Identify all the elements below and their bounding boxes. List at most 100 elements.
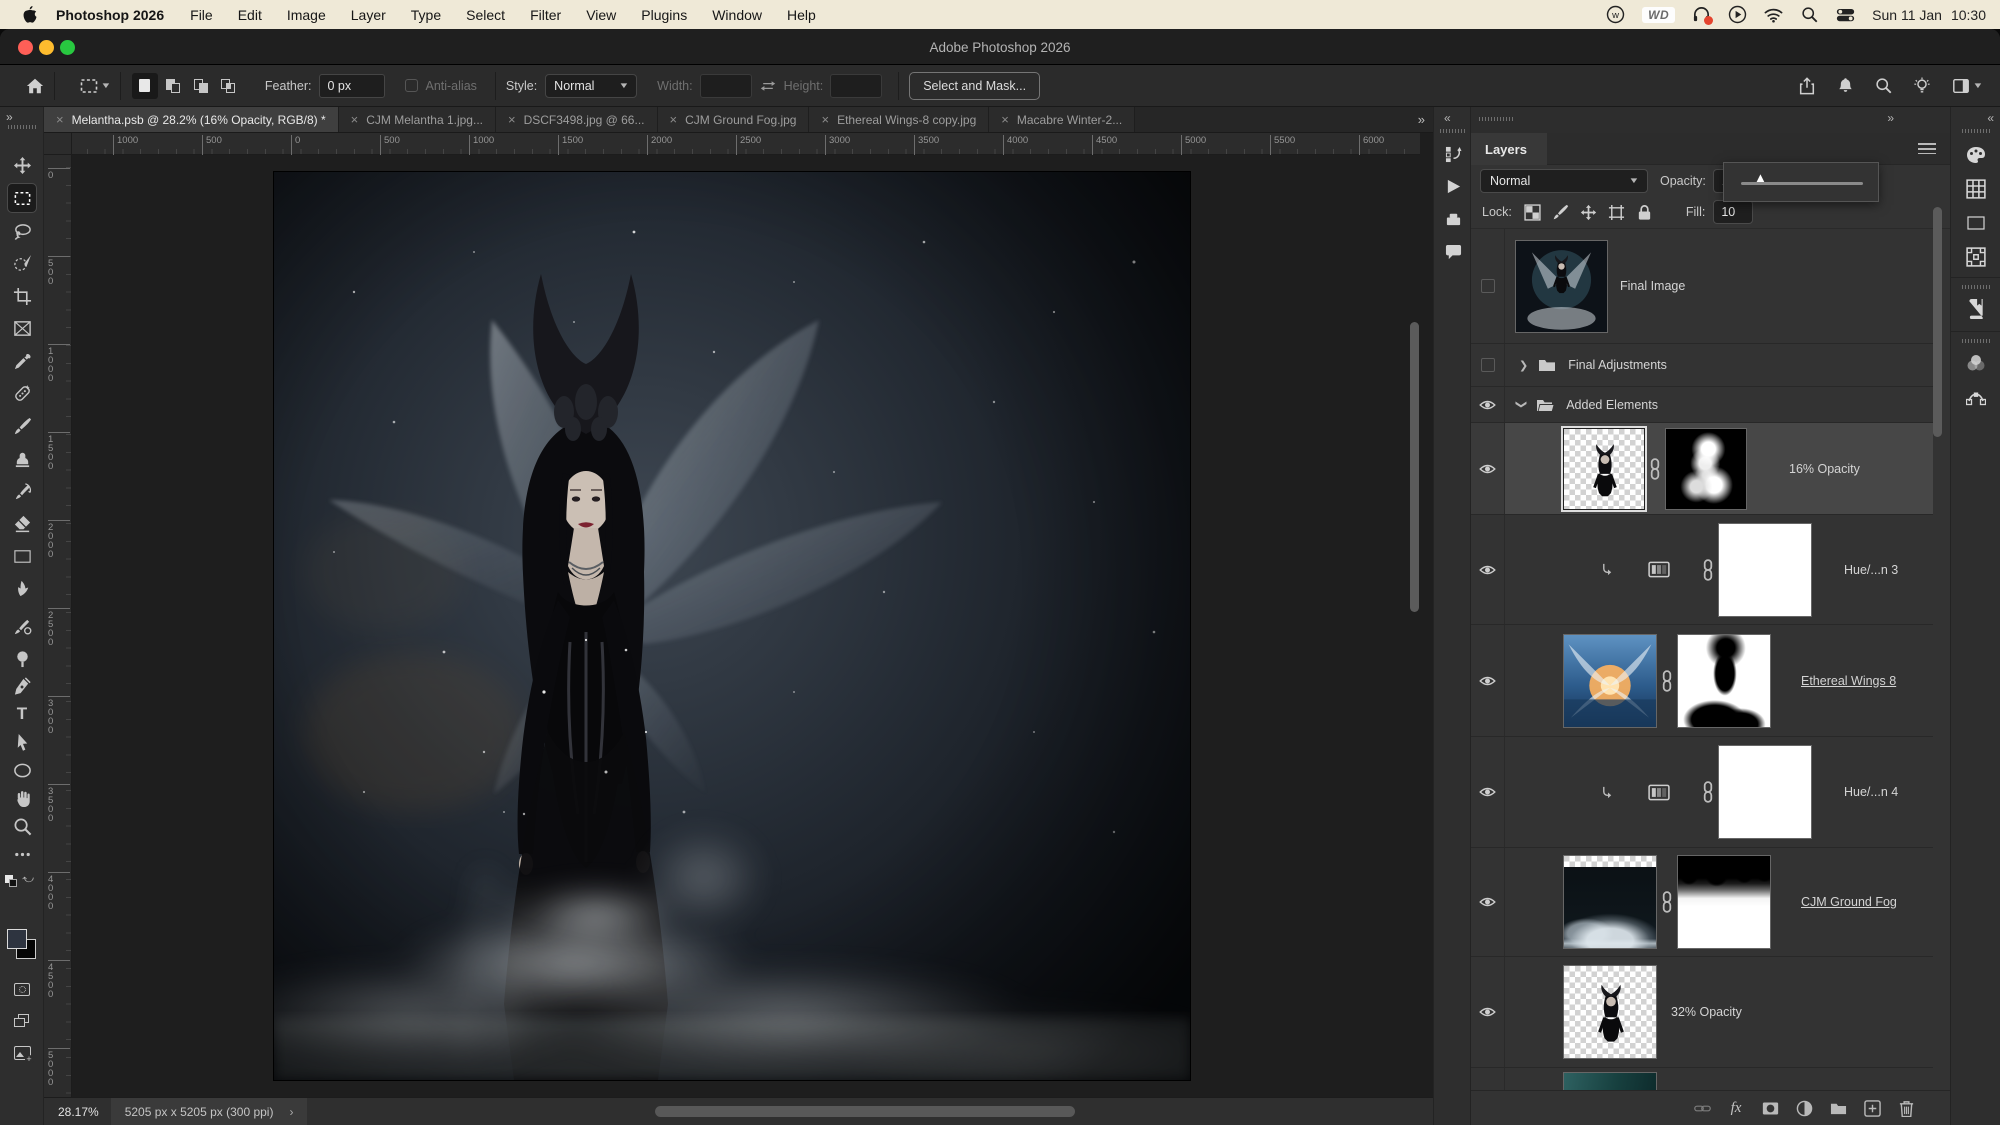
lock-all-icon[interactable] — [1636, 204, 1653, 221]
adjustments-panel-icon[interactable] — [1964, 351, 1988, 375]
lock-position-icon[interactable] — [1580, 204, 1597, 221]
layer-thumbnail[interactable] — [1563, 634, 1657, 728]
tool-preset-marquee-icon[interactable] — [79, 76, 99, 96]
visibility-toggle[interactable] — [1471, 957, 1505, 1067]
group-name[interactable]: Final Adjustments — [1568, 358, 1667, 372]
visibility-toggle[interactable] — [1471, 737, 1505, 847]
visibility-toggle[interactable] — [1471, 515, 1505, 624]
screen-mirroring-icon[interactable] — [1728, 5, 1747, 24]
toolbar-expand-button[interactable]: » — [6, 110, 11, 124]
rail-grip[interactable] — [1962, 339, 1990, 343]
style-select[interactable]: Normal▼ — [545, 74, 637, 98]
close-tab-icon[interactable]: × — [508, 112, 516, 127]
layer-name[interactable]: CJM Ground Fog — [1801, 895, 1897, 909]
swap-dimensions-icon[interactable] — [760, 78, 776, 94]
layer-row-partial[interactable] — [1471, 1068, 1933, 1090]
group-collapse-chevron[interactable]: ❯ — [1519, 359, 1528, 372]
status-chevron-icon[interactable]: › — [289, 1105, 293, 1119]
rectangular-marquee-tool[interactable] — [8, 184, 36, 212]
group-expand-chevron[interactable]: ❯ — [1515, 400, 1528, 409]
layer-row-final-adjustments[interactable]: ❯ Final Adjustments — [1471, 344, 1933, 387]
mask-link-icon[interactable] — [1661, 891, 1673, 913]
smudge-tool[interactable] — [8, 574, 36, 602]
eye-icon[interactable] — [1479, 786, 1496, 798]
layer-row-16-opacity[interactable]: 16% Opacity — [1471, 423, 1933, 515]
document-tab-ground-fog[interactable]: ×CJM Ground Fog.jpg — [658, 107, 810, 132]
add-to-selection-button[interactable] — [160, 73, 186, 99]
height-input[interactable] — [830, 74, 882, 98]
opacity-slider-thumb[interactable]: ▲ — [1754, 170, 1767, 185]
layers-scrollbar[interactable] — [1933, 207, 1942, 437]
vertical-ruler[interactable]: 0500100015002000250030003500400045005000 — [44, 155, 72, 1097]
new-adjustment-layer-button[interactable] — [1794, 1098, 1814, 1118]
libraries-panel-icon[interactable] — [1964, 297, 1988, 321]
visibility-off-checkbox[interactable] — [1481, 279, 1495, 293]
width-input[interactable] — [700, 74, 752, 98]
menu-item-layer[interactable]: Layer — [351, 7, 386, 23]
eraser-tool[interactable] — [8, 509, 36, 537]
layer-name[interactable]: Final Image — [1620, 279, 1685, 293]
paths-panel-icon[interactable] — [1964, 385, 1988, 409]
share-image-button[interactable]: + — [8, 1039, 36, 1067]
ruler-origin-corner[interactable] — [44, 133, 72, 155]
visibility-off-checkbox[interactable] — [1481, 358, 1495, 372]
layer-row-final-image[interactable]: Final Image — [1471, 229, 1933, 344]
home-button[interactable] — [26, 77, 44, 95]
layer-name[interactable]: Hue/...n 4 — [1844, 785, 1898, 799]
group-name[interactable]: Added Elements — [1566, 398, 1658, 412]
adjustment-mask-thumbnail[interactable] — [1718, 523, 1812, 617]
layer-name[interactable]: 16% Opacity — [1789, 462, 1860, 476]
menu-item-file[interactable]: File — [190, 7, 213, 23]
adjustment-layer-icon[interactable] — [1648, 784, 1670, 801]
spot-healing-brush-tool[interactable] — [8, 379, 36, 407]
notifications-bell-icon[interactable] — [1837, 77, 1854, 94]
chevron-down-icon[interactable]: ▼ — [100, 81, 111, 90]
eye-icon[interactable] — [1479, 399, 1496, 411]
workspace-switcher-icon[interactable]: ▼ — [1952, 77, 1982, 95]
swap-colors-icon[interactable]: ⤸ — [21, 876, 34, 883]
layer-row-32-opacity[interactable]: 32% Opacity — [1471, 957, 1933, 1068]
eye-icon[interactable] — [1479, 463, 1496, 475]
eye-icon[interactable] — [1479, 896, 1496, 908]
rail-grip[interactable] — [1962, 129, 1990, 133]
mixer-brush-tool[interactable] — [8, 612, 36, 640]
layer-mask-thumbnail[interactable] — [1677, 634, 1771, 728]
new-group-button[interactable] — [1828, 1098, 1848, 1118]
layer-row-hue-4[interactable]: Hue/...n 4 — [1471, 737, 1933, 848]
new-layer-button[interactable] — [1862, 1098, 1882, 1118]
layer-name[interactable]: Hue/...n 3 — [1844, 563, 1898, 577]
eye-icon[interactable] — [1479, 675, 1496, 687]
edit-toolbar-button[interactable] — [8, 840, 36, 868]
mask-link-icon[interactable] — [1649, 458, 1661, 480]
menu-item-window[interactable]: Window — [712, 7, 762, 23]
dodge-tool[interactable] — [8, 644, 36, 672]
layer-thumbnail[interactable] — [1515, 240, 1608, 333]
w-circle-icon[interactable] — [1606, 5, 1625, 24]
fill-value-field[interactable]: 10 — [1713, 200, 1753, 224]
lock-artboard-icon[interactable] — [1608, 204, 1625, 221]
vertical-scrollbar[interactable] — [1410, 322, 1419, 612]
screen-mode-button[interactable] — [8, 1007, 36, 1035]
menu-item-select[interactable]: Select — [466, 7, 505, 23]
menu-bar-clock[interactable]: Sun 11 Jan 10:30 — [1872, 7, 1986, 23]
eyedropper-tool[interactable] — [8, 347, 36, 375]
document-tab-ethereal-wings[interactable]: ×Ethereal Wings-8 copy.jpg — [809, 107, 989, 132]
antialias-checkbox[interactable] — [405, 79, 418, 92]
document-tab-melantha[interactable]: ×Melantha.psb @ 28.2% (16% Opacity, RGB/… — [44, 107, 339, 132]
default-colors-icon[interactable] — [5, 875, 17, 887]
search-icon[interactable] — [1875, 77, 1892, 94]
lock-image-pixels-icon[interactable] — [1552, 204, 1569, 221]
intersect-selection-button[interactable] — [216, 73, 242, 99]
layer-mask-thumbnail[interactable] — [1665, 428, 1747, 510]
layer-thumbnail[interactable] — [1563, 428, 1645, 510]
mask-link-icon[interactable] — [1702, 781, 1714, 803]
history-brush-tool[interactable] — [8, 477, 36, 505]
patterns-panel-icon[interactable] — [1964, 245, 1988, 269]
visibility-toggle[interactable] — [1471, 848, 1505, 956]
horizontal-ruler[interactable]: 1000500050010001500200025003000350040004… — [44, 133, 1420, 155]
strip-collapse-icon[interactable]: « — [1444, 111, 1449, 125]
mask-link-icon[interactable] — [1702, 559, 1714, 581]
move-tool[interactable] — [8, 151, 36, 179]
libraries-panel-icon[interactable] — [1442, 207, 1464, 229]
new-selection-button[interactable] — [132, 73, 158, 99]
